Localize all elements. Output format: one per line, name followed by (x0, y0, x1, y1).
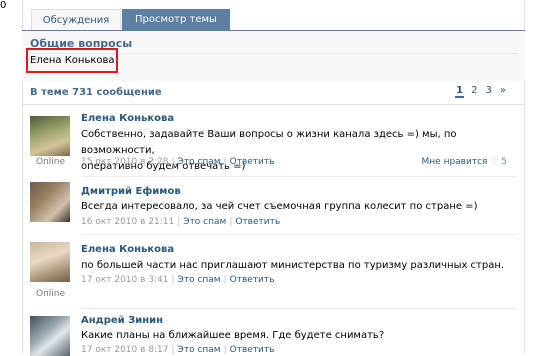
page-2[interactable]: 2 (470, 85, 478, 98)
post-text: по большей части нас приглашают министер… (81, 258, 511, 274)
like-button[interactable]: Мне нравится ♡ 5 (422, 157, 507, 167)
post-divider (81, 308, 517, 309)
online-status: Online (36, 289, 66, 299)
spam-link[interactable]: Это спам (178, 275, 221, 285)
highlight-box (26, 48, 118, 73)
avatar[interactable] (30, 116, 70, 156)
post-meta: 16 окт 2010 в 21:11 | Это спам | Ответить (81, 217, 281, 227)
message-count: В теме 731 сообщение (30, 87, 162, 98)
like-count: 5 (501, 157, 507, 167)
reply-link[interactable]: Ответить (230, 275, 275, 285)
pagination: 1 2 3 » (455, 85, 507, 98)
post-meta: 17 окт 2010 в 3:41 | Это спам | Ответить (81, 275, 275, 285)
post-text-line: Всегда интересовало, за чей счет съемочн… (81, 201, 478, 212)
post-author[interactable]: Андрей Зинин (81, 315, 163, 326)
post-meta: 15 окт 2010 в 2:28 | Это спам | Ответить (81, 157, 275, 167)
post-text: Какие планы на ближайшее время. Где буде… (81, 328, 511, 344)
post-divider (81, 176, 517, 177)
post-date[interactable]: 16 окт 2010 в 21:11 (81, 217, 174, 227)
avatar[interactable] (30, 316, 70, 356)
next-page-icon[interactable]: » (499, 85, 507, 98)
thread-count-bar: В теме 731 сообщение 1 2 3 » (22, 82, 525, 105)
post-text-line: Собственно, задавайте Ваши вопросы о жиз… (81, 129, 457, 156)
post-text-line: Какие планы на ближайшее время. Где буде… (81, 330, 385, 341)
post-author[interactable]: Елена Конькова (81, 113, 174, 124)
avatar[interactable] (30, 242, 70, 282)
post-author[interactable]: Елена Конькова (81, 244, 174, 255)
avatar[interactable] (30, 182, 70, 222)
online-status: Online (36, 157, 66, 167)
post-author[interactable]: Дмитрий Ефимов (81, 186, 181, 197)
spam-link[interactable]: Это спам (178, 157, 221, 167)
tab-view-topic[interactable]: Просмотр темы (122, 9, 230, 30)
heart-icon: ♡ (490, 157, 499, 167)
post-text: Собственно, задавайте Ваши вопросы о жиз… (81, 127, 511, 175)
post-divider (81, 234, 517, 235)
page-1[interactable]: 1 (455, 85, 465, 98)
spam-link[interactable]: Это спам (183, 217, 226, 227)
post-date[interactable]: 15 окт 2010 в 2:28 (81, 157, 169, 167)
tab-discussions[interactable]: Обсуждения (31, 9, 121, 30)
left-edge-mark: 0 (0, 0, 7, 11)
reply-link[interactable]: Ответить (235, 217, 280, 227)
post-text-line: по большей части нас приглашают министер… (81, 260, 505, 271)
page-3[interactable]: 3 (485, 85, 493, 98)
post-text: Всегда интересовало, за чей счет съемочн… (81, 199, 511, 215)
post-date[interactable]: 17 окт 2010 в 3:41 (81, 275, 169, 285)
tab-bar: Обсуждения Просмотр темы (22, 0, 525, 31)
reply-link[interactable]: Ответить (230, 157, 275, 167)
like-label: Мне нравится (421, 157, 488, 167)
